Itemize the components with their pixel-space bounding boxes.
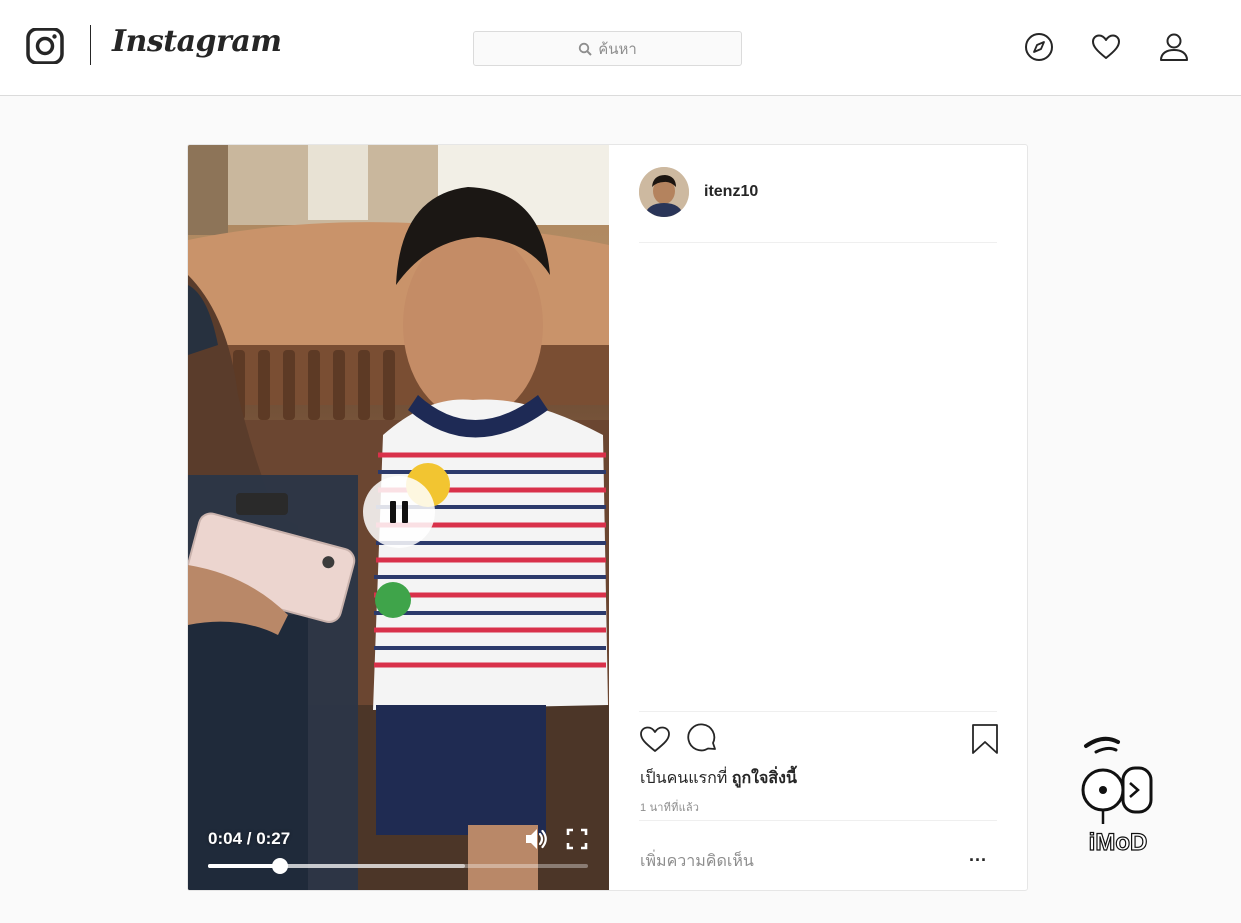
instagram-glyph-icon[interactable] <box>26 28 64 64</box>
volume-icon[interactable] <box>523 826 549 852</box>
watermark-text: iMoD <box>1089 829 1148 856</box>
fullscreen-icon[interactable] <box>566 828 588 850</box>
user-icon[interactable] <box>1158 31 1190 63</box>
video-progress-fill <box>208 864 281 868</box>
imod-watermark-logo: iMoD <box>1081 736 1153 857</box>
post-author: itenz10 <box>639 167 758 217</box>
compass-icon[interactable] <box>1023 31 1055 63</box>
post-username[interactable]: itenz10 <box>704 183 758 201</box>
search-placeholder: ค้นหา <box>598 40 637 58</box>
like-this-link[interactable]: ถูกใจสิ่งนี้ <box>732 770 797 787</box>
logo-divider <box>90 25 91 65</box>
add-comment-input[interactable]: เพิ่มความคิดเห็น <box>640 849 754 874</box>
post-video[interactable]: 0:04 / 0:27 <box>188 145 609 890</box>
bookmark-icon[interactable] <box>969 723 1001 755</box>
divider <box>639 242 997 243</box>
pause-button[interactable] <box>363 476 435 548</box>
avatar[interactable] <box>639 167 689 217</box>
divider <box>639 820 997 821</box>
post-card: 0:04 / 0:27 itenz10 เป็นคนแรกที่ ถูกใจสิ… <box>187 144 1028 891</box>
pause-icon <box>390 501 396 523</box>
video-time: 0:04 / 0:27 <box>208 829 291 848</box>
likes-prefix: เป็นคนแรกที่ <box>640 770 732 787</box>
post-actions <box>639 723 999 757</box>
post-details: itenz10 เป็นคนแรกที่ ถูกใจสิ่งนี้ 1 นาที… <box>609 145 1027 890</box>
avatar-image <box>639 167 689 217</box>
video-progress-bar[interactable] <box>208 858 588 874</box>
likes-summary: เป็นคนแรกที่ ถูกใจสิ่งนี้ <box>640 766 797 791</box>
comment-icon[interactable] <box>687 723 719 755</box>
top-navigation: Instagram ค้นหา <box>0 0 1241 96</box>
search-input[interactable]: ค้นหา <box>473 31 742 66</box>
heart-icon[interactable] <box>1090 31 1122 63</box>
post-timestamp[interactable]: 1 นาทีที่แล้ว <box>640 798 699 816</box>
instagram-wordmark[interactable]: Instagram <box>112 24 282 59</box>
more-options-button[interactable]: ... <box>969 845 987 866</box>
divider <box>639 711 997 712</box>
heart-icon[interactable] <box>639 723 671 755</box>
search-icon <box>578 42 592 56</box>
